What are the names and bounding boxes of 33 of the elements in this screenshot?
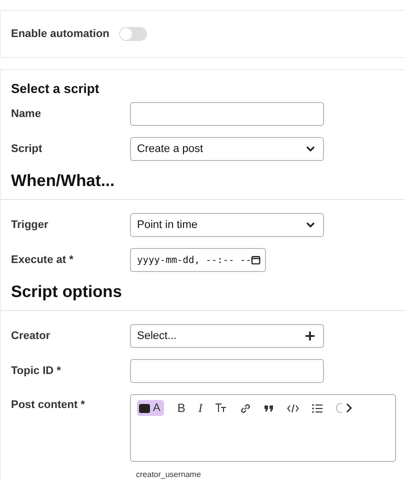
placeholder-hint: creator_username xyxy=(136,470,202,479)
text-field[interactable] xyxy=(130,102,324,126)
calendar-icon xyxy=(251,255,261,265)
toggle-switch[interactable] xyxy=(119,27,148,41)
italic-button[interactable]: I xyxy=(198,400,202,416)
section-heading: When/What... xyxy=(11,172,116,191)
bold-button[interactable]: B xyxy=(177,401,186,415)
chevron-down-icon xyxy=(306,146,315,152)
field-label: Creator xyxy=(11,330,52,342)
rich-text-editor[interactable]: A B I xyxy=(130,394,396,462)
link-icon[interactable] xyxy=(240,402,252,414)
chevron-right-icon[interactable] xyxy=(346,403,352,413)
field-label: Trigger xyxy=(11,219,50,231)
code-icon[interactable] xyxy=(287,404,300,412)
user-chooser[interactable]: Select... xyxy=(130,324,324,348)
datetime-field[interactable]: yyyy-mm-dd, --:-- -- xyxy=(130,248,266,272)
field-label: Post content * xyxy=(11,398,86,411)
text-field[interactable] xyxy=(130,359,324,383)
heading-icon[interactable] xyxy=(215,403,228,413)
field-label: Execute at * xyxy=(11,254,74,266)
bullet-list-icon[interactable] xyxy=(312,404,324,412)
section-heading: Select a script xyxy=(11,81,100,96)
field-label: Name xyxy=(11,108,42,120)
chevron-down-icon xyxy=(306,222,315,228)
field-label: Script xyxy=(11,143,44,155)
editor-mode-button[interactable]: A xyxy=(137,400,164,416)
quote-icon[interactable] xyxy=(264,404,274,412)
dropdown[interactable]: Create a post xyxy=(130,137,324,161)
field-label: Topic ID * xyxy=(11,365,62,377)
plus-icon xyxy=(305,331,315,341)
dropdown[interactable]: Point in time xyxy=(130,213,324,237)
field-label: Enable automation xyxy=(11,28,110,40)
section-heading: Script options xyxy=(11,283,123,302)
